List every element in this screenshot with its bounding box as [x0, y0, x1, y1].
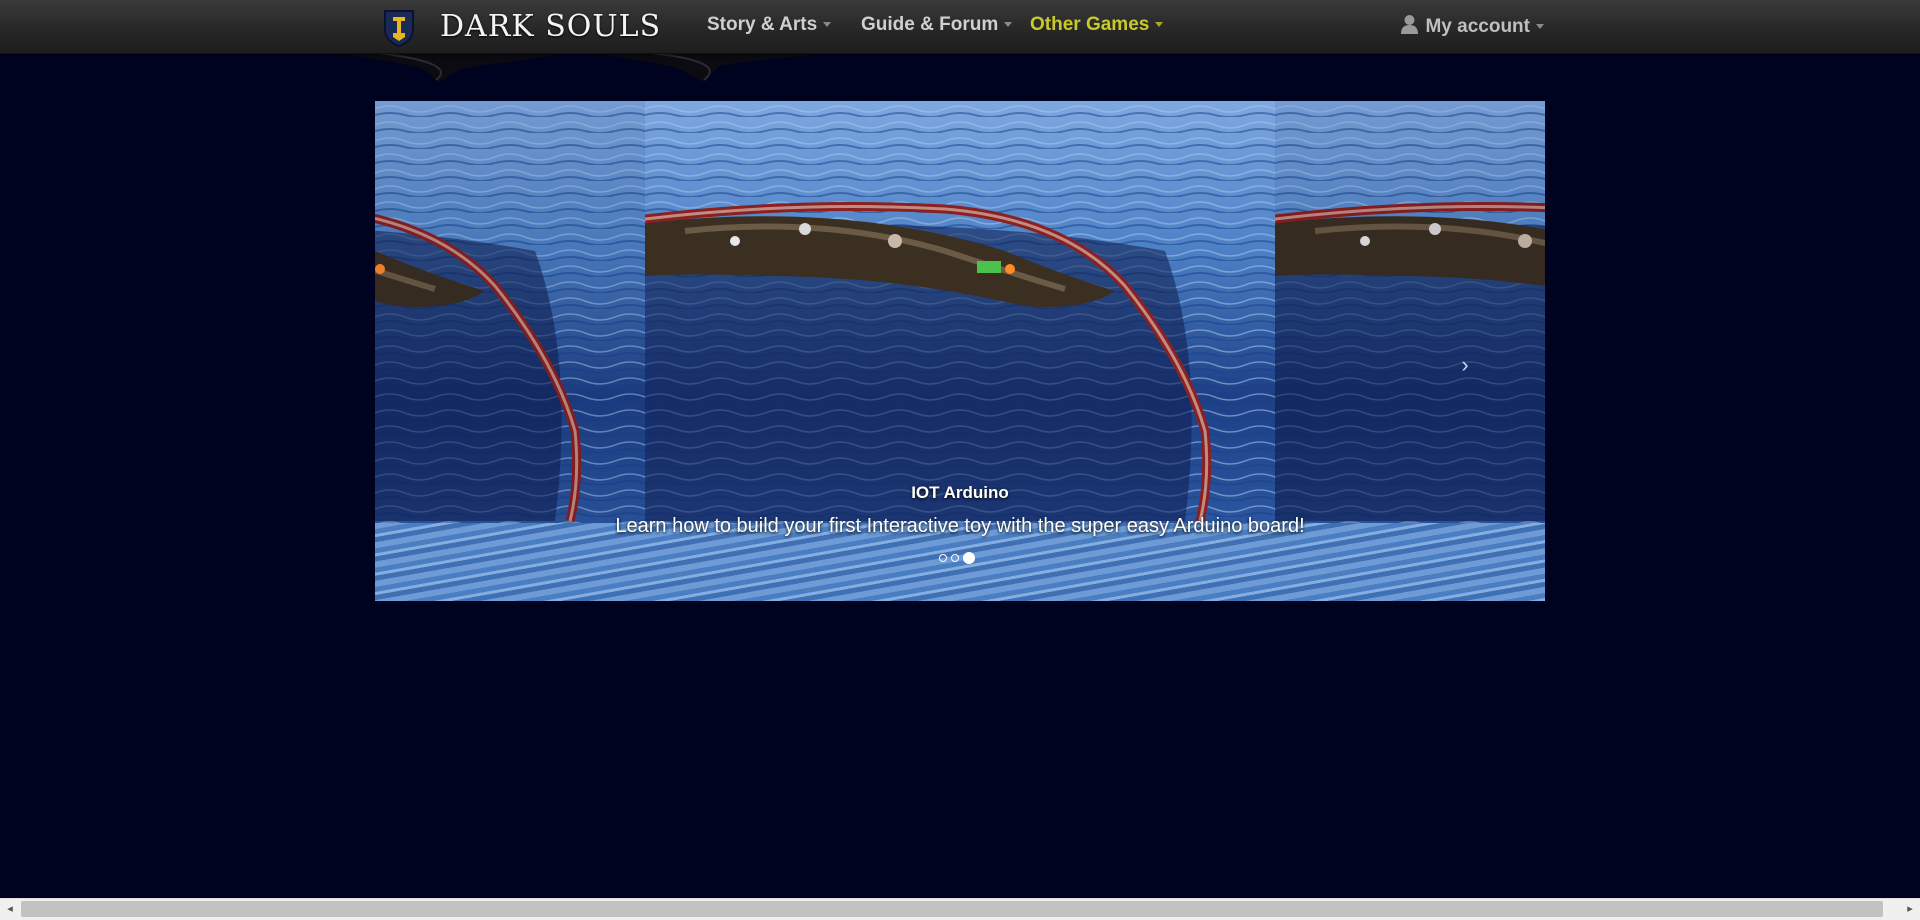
nav-guide-forum[interactable]: Guide & Forum	[861, 0, 1013, 50]
nav-other-games[interactable]: Other Games	[1030, 0, 1164, 50]
carousel-indicator[interactable]	[951, 554, 959, 562]
carousel-indicator-active[interactable]	[963, 552, 975, 564]
account-label: My account	[1425, 16, 1530, 37]
scrollbar-thumb[interactable]	[21, 901, 1883, 917]
caret-down-icon	[1004, 22, 1013, 28]
account-menu[interactable]: My account	[1400, 0, 1544, 53]
caret-down-icon	[1155, 22, 1164, 28]
carousel-caption-title: IOT Arduino	[911, 483, 1009, 502]
carousel-caption-text: Learn how to build your first Interactiv…	[615, 515, 1305, 537]
nav-other-games-label: Other Games	[1030, 14, 1150, 35]
horizontal-scrollbar[interactable]: ◂ ▸	[0, 898, 1920, 920]
top-navbar: DARK SOULS Story & Arts Guide & Forum Ot…	[0, 0, 1920, 54]
scroll-left-icon[interactable]: ◂	[0, 899, 20, 920]
caret-down-icon	[823, 22, 832, 28]
brand-title: DARK SOULS	[440, 9, 662, 44]
chevron-right-icon[interactable]: ›	[1445, 345, 1485, 385]
carousel-indicators	[939, 552, 975, 564]
dragon-wings-decoration	[340, 50, 840, 83]
image-carousel[interactable]: IOT Arduino Learn how to build your firs…	[375, 101, 1545, 601]
carousel-indicator[interactable]	[939, 554, 947, 562]
user-icon	[1401, 15, 1419, 34]
caret-down-icon	[1536, 24, 1544, 30]
nav-story-arts[interactable]: Story & Arts	[707, 0, 832, 50]
brand-logo[interactable]: DARK SOULS	[382, 4, 662, 50]
nav-story-arts-label: Story & Arts	[707, 14, 818, 35]
shield-crest-icon	[384, 10, 414, 47]
nav-guide-forum-label: Guide & Forum	[861, 14, 999, 35]
scroll-right-icon[interactable]: ▸	[1900, 899, 1920, 920]
